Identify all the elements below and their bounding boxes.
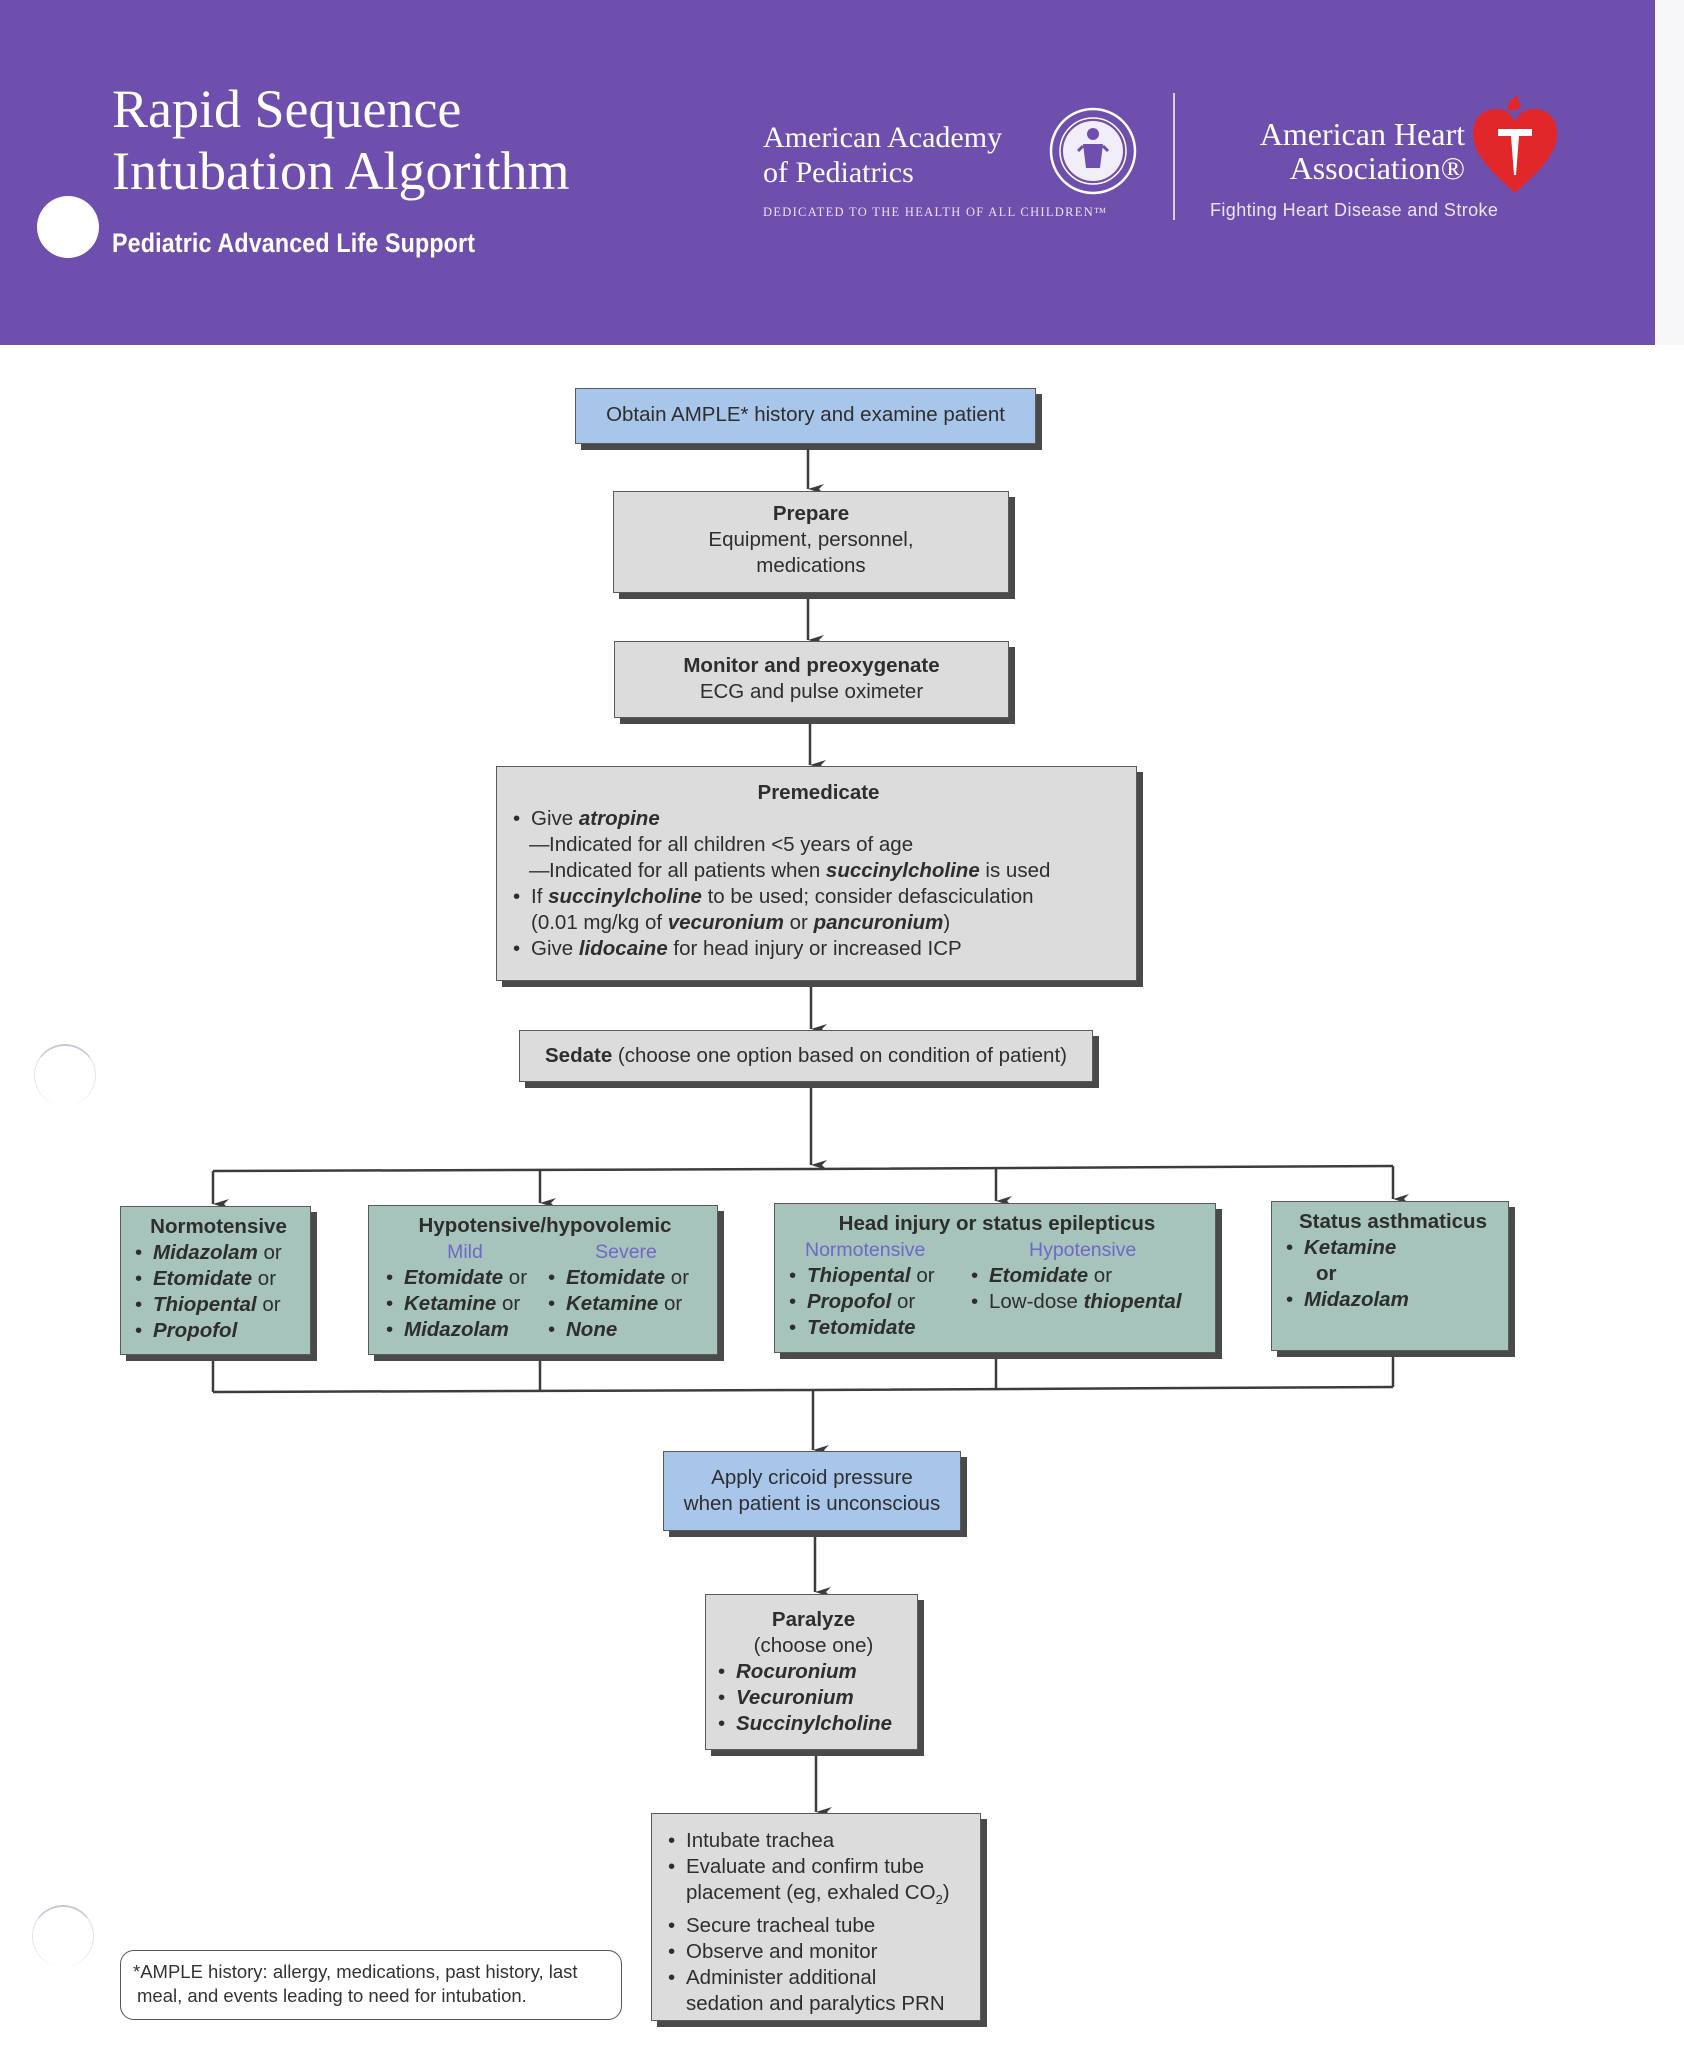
option-title: Status asthmaticus [1299, 1210, 1487, 1233]
normotensive-column: Normotensive Thiopental or Propofol or T… [787, 1237, 969, 1341]
cricoid-line-1: Apply cricoid pressure [711, 1466, 913, 1489]
cricoid-line-2: when patient is unconscious [683, 1492, 941, 1515]
cricoid-pressure-step: Apply cricoid pressure when patient is u… [663, 1451, 961, 1531]
premedicate-item: Give atropine [511, 806, 1126, 832]
hypotensive-column: Hypotensive Etomidate or Low-dose thiope… [969, 1237, 1207, 1315]
option-hypotensive: Hypotensive/hypovolemic Mild Etomidate o… [368, 1205, 718, 1355]
drug-item: None [546, 1317, 706, 1343]
hypotensive-label: Hypotensive [1029, 1239, 1137, 1261]
split-bar [212, 1164, 1394, 1173]
mild-label: Mild [447, 1241, 483, 1263]
premedicate-title: Premedicate [757, 781, 880, 804]
drug-item: Midazolam [384, 1317, 546, 1343]
ample-history-step: Obtain AMPLE* history and examine patien… [575, 388, 1036, 444]
monitor-title: Monitor and preoxygenate [683, 654, 940, 677]
severe-column: Severe Etomidate or Ketamine or None [546, 1239, 706, 1343]
normotensive-label: Normotensive [805, 1239, 926, 1261]
drug-item: Vecuronium [716, 1685, 911, 1711]
sedate-step: Sedate (choose one option based on condi… [519, 1030, 1093, 1082]
intubate-item: Intubate trachea [666, 1828, 974, 1854]
footnote-line-2: meal, and events leading to need for int… [137, 1985, 527, 2006]
footnote-line-1: *AMPLE history: allergy, medications, pa… [133, 1961, 578, 1982]
drug-item: Thiopental or [133, 1292, 304, 1318]
drug-item: Low-dose thiopental [969, 1289, 1207, 1315]
paralyze-step: Paralyze (choose one) Rocuronium Vecuron… [705, 1594, 918, 1750]
drug-item: Midazolam or [133, 1240, 304, 1266]
option-drug-list: Midazolam or Etomidate or Thiopental or … [133, 1240, 304, 1344]
option-status-asthmaticus: Status asthmaticus Ketamine or Midazolam [1271, 1201, 1509, 1351]
prepare-step: Prepare Equipment, personnel, medication… [613, 491, 1009, 593]
drug-item: Etomidate or [546, 1265, 706, 1291]
drug-item: Midazolam [1284, 1287, 1502, 1313]
premedicate-list: Give atropine Indicated for all children… [511, 806, 1126, 962]
premedicate-item: If succinylcholine to be used; consider … [511, 884, 1126, 936]
drug-item: Propofol or [787, 1289, 969, 1315]
drug-item: Ketamine or [384, 1291, 546, 1317]
monitor-step: Monitor and preoxygenate ECG and pulse o… [614, 641, 1009, 718]
sedate-text: (choose one option based on condition of… [612, 1044, 1067, 1067]
drug-item: Thiopental or [787, 1263, 969, 1289]
premedicate-item: Give lidocaine for head injury or increa… [511, 936, 1126, 962]
ample-step-text: Obtain AMPLE* history and examine patien… [606, 403, 1005, 426]
paralyze-subtitle: (choose one) [753, 1634, 874, 1657]
option-title: Head injury or status epilepticus [838, 1212, 1156, 1235]
premedicate-subitem: Indicated for all children <5 years of a… [511, 832, 1126, 858]
premedicate-subitem: Indicated for all patients when succinyl… [511, 858, 1126, 884]
drug-item: Tetomidate [787, 1315, 969, 1341]
option-title: Normotensive [150, 1215, 287, 1238]
intubate-item: Observe and monitor [666, 1939, 974, 1965]
drug-item: Etomidate or [384, 1265, 546, 1291]
prepare-line-1: Equipment, personnel, [708, 528, 914, 551]
or-label: or [1316, 1262, 1337, 1285]
drug-item: Ketamine or [546, 1291, 706, 1317]
severe-label: Severe [595, 1241, 657, 1263]
paralyze-title: Paralyze [771, 1608, 856, 1631]
option-title: Hypotensive/hypovolemic [418, 1214, 672, 1237]
intubate-item: Secure tracheal tube [666, 1913, 974, 1939]
prepare-title: Prepare [772, 502, 850, 525]
monitor-line-1: ECG and pulse oximeter [699, 680, 924, 703]
prepare-line-2: medications [756, 554, 866, 577]
drug-item: Succinylcholine [716, 1711, 911, 1737]
merge-bar [212, 1385, 1394, 1394]
sedate-title: Sedate [545, 1044, 613, 1067]
mild-column: Mild Etomidate or Ketamine or Midazolam [384, 1239, 546, 1343]
option-normotensive: Normotensive Midazolam or Etomidate or T… [120, 1206, 311, 1355]
drug-item: Etomidate or [133, 1266, 304, 1292]
drug-item: Propofol [133, 1318, 304, 1344]
intubate-item: Evaluate and confirm tubeplacement (eg, … [666, 1854, 974, 1913]
premedicate-step: Premedicate Give atropine Indicated for … [496, 766, 1137, 981]
drug-item: Ketamine [1284, 1235, 1502, 1261]
intubate-step: Intubate trachea Evaluate and confirm tu… [651, 1813, 981, 2021]
drug-item: Etomidate or [969, 1263, 1207, 1289]
ample-footnote: *AMPLE history: allergy, medications, pa… [120, 1950, 622, 2020]
drug-item: Rocuronium [716, 1659, 911, 1685]
option-head-injury: Head injury or status epilepticus Normot… [774, 1203, 1216, 1353]
intubate-item: Administer additionalsedation and paraly… [666, 1965, 974, 2017]
